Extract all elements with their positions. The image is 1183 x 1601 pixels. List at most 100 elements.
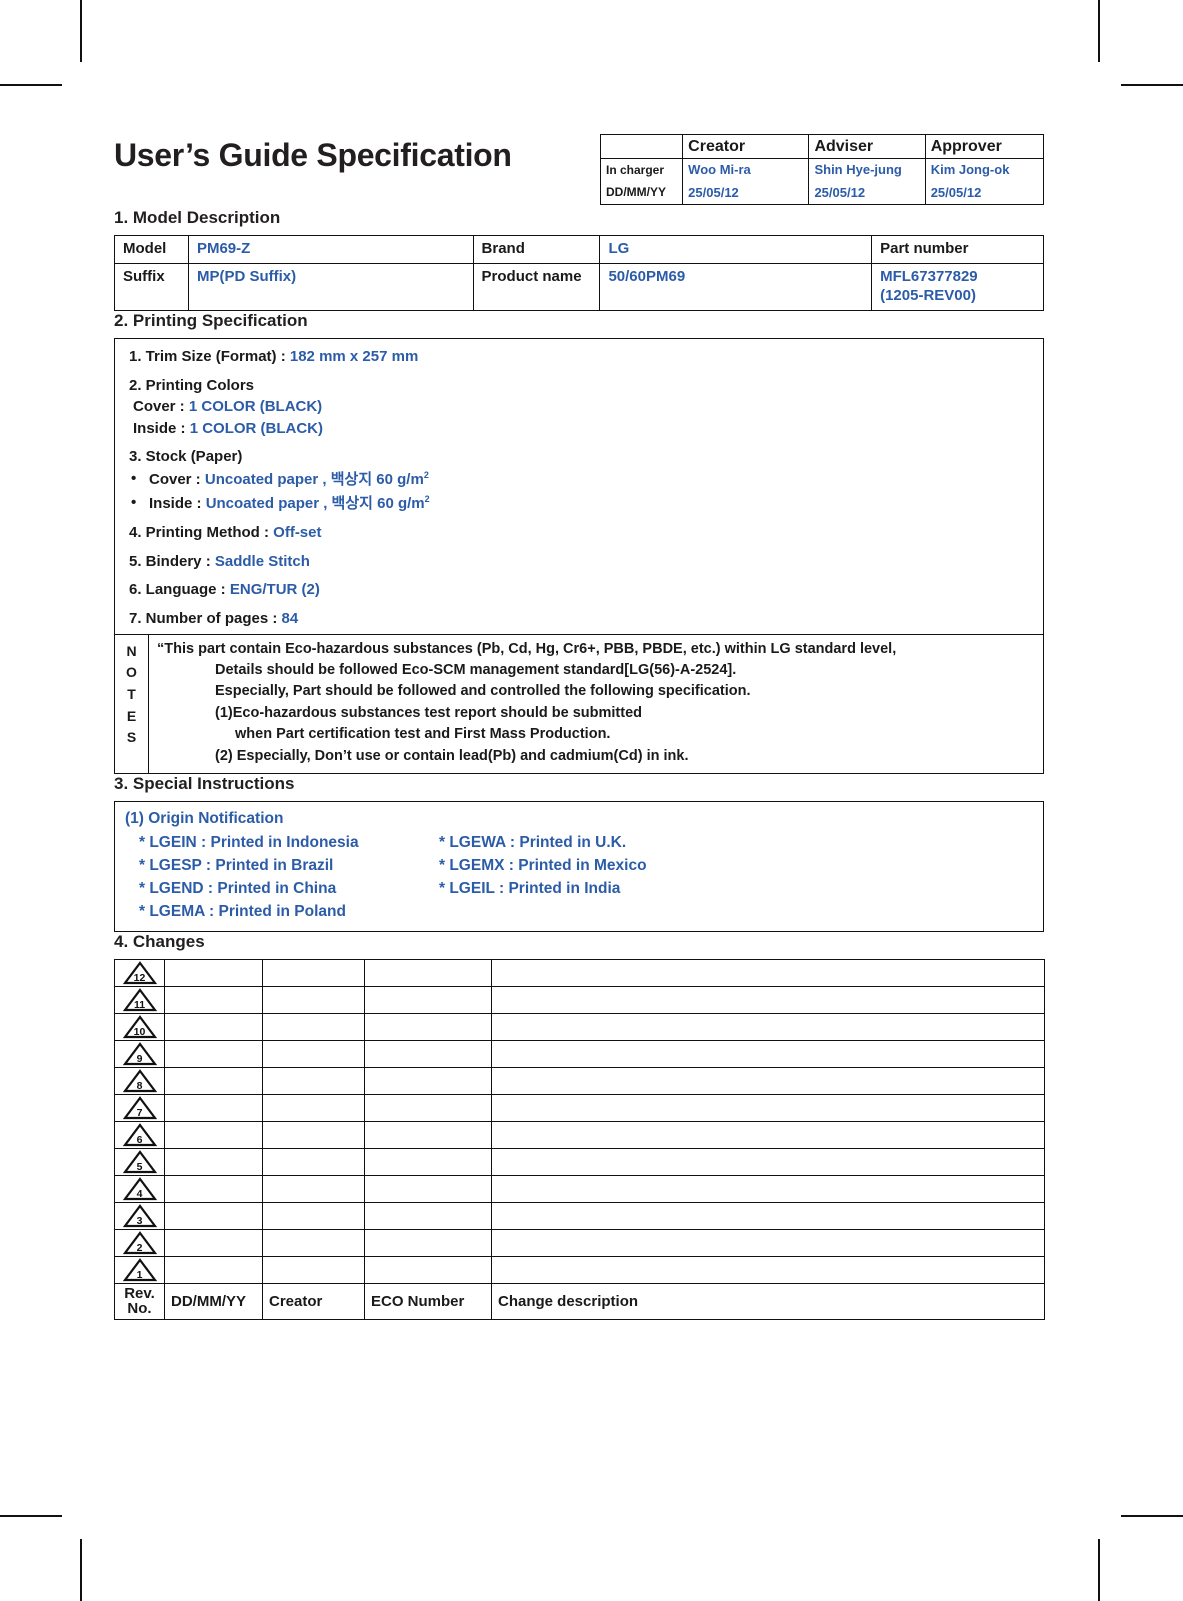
spec-stock-cover: Cover : Uncoated paper , 백상지 60 g/m2 xyxy=(115,469,1043,490)
warning-triangle-icon: 7 xyxy=(122,1095,157,1120)
changes-cell-description[interactable] xyxy=(491,985,1045,1014)
changes-cell-date[interactable] xyxy=(164,1066,263,1095)
changes-cell-date[interactable] xyxy=(164,1255,263,1284)
changes-cell-description[interactable] xyxy=(491,1228,1045,1257)
changes-cell-description[interactable] xyxy=(491,1120,1045,1149)
changes-cell-description[interactable] xyxy=(491,958,1045,987)
changes-cell-creator[interactable] xyxy=(262,1066,365,1095)
changes-cell-description[interactable] xyxy=(491,1255,1045,1284)
changes-cell-description[interactable] xyxy=(491,1201,1045,1230)
revision-marker-cell: 10 xyxy=(114,1012,165,1041)
changes-header-date: DD/MM/YY xyxy=(164,1282,263,1321)
changes-header-eco-number: ECO Number xyxy=(364,1282,492,1321)
changes-cell-creator[interactable] xyxy=(262,1012,365,1041)
section-heading-special-instructions: 3. Special Instructions xyxy=(114,774,295,794)
revision-number: 5 xyxy=(136,1161,143,1174)
signature-approver-name: Kim Jong-ok xyxy=(924,158,1045,182)
changes-cell-eco[interactable] xyxy=(364,1066,492,1095)
changes-cell-date[interactable] xyxy=(164,1147,263,1176)
notes-line: “This part contain Eco-hazardous substan… xyxy=(157,640,897,657)
changes-cell-date[interactable] xyxy=(164,985,263,1014)
spec-color-inside-label: Inside : xyxy=(133,419,190,437)
changes-table: 12 11 10 9 8 7 6 5 4 3 2 1 Rev. No. DD/MM/YY Creato… xyxy=(114,958,1045,1321)
changes-cell-description[interactable] xyxy=(491,1039,1045,1068)
revision-marker-cell: 6 xyxy=(114,1120,165,1149)
revision-marker-cell: 8 xyxy=(114,1066,165,1095)
changes-cell-date[interactable] xyxy=(164,1201,263,1230)
changes-cell-date[interactable] xyxy=(164,1012,263,1041)
spec-language-value: ENG/TUR (2) xyxy=(229,581,320,598)
changes-cell-creator[interactable] xyxy=(262,1039,365,1068)
spec-bindery: 5. Bindery : Saddle Stitch xyxy=(115,552,1043,572)
notes-label-e: E xyxy=(126,707,137,724)
spec-stock-cover-label: Cover : xyxy=(149,470,205,488)
table-row: Creator Adviser Approver xyxy=(599,134,1045,159)
signature-label-date: DD/MM/YY xyxy=(599,181,684,205)
changes-row: 11 xyxy=(114,985,1045,1014)
part-number-revision: (1205-REV00) xyxy=(880,286,976,304)
changes-header-change-description: Change description xyxy=(491,1282,1045,1321)
changes-row: 5 xyxy=(114,1147,1045,1176)
changes-cell-eco[interactable] xyxy=(364,1174,492,1203)
origin-row: * LGEND : Printed in China * LGEIL : Pri… xyxy=(115,878,1043,901)
spec-printing-method-label: 4. Printing Method : xyxy=(129,524,274,541)
signature-header-approver: Approver xyxy=(924,134,1045,159)
changes-cell-date[interactable] xyxy=(164,1228,263,1257)
label-product-name: Product name xyxy=(472,263,601,311)
changes-cell-eco[interactable] xyxy=(364,1255,492,1284)
changes-cell-creator[interactable] xyxy=(262,1228,365,1257)
changes-cell-creator[interactable] xyxy=(262,1174,365,1203)
table-row: Model PM69-Z Brand LG Part number xyxy=(114,235,1044,264)
changes-cell-date[interactable] xyxy=(164,1093,263,1122)
changes-cell-description[interactable] xyxy=(491,1012,1045,1041)
spec-printing-colors-label: 2. Printing Colors xyxy=(129,376,255,394)
changes-cell-creator[interactable] xyxy=(262,1255,365,1284)
changes-cell-creator[interactable] xyxy=(262,1201,365,1230)
changes-cell-eco[interactable] xyxy=(364,1012,492,1041)
origin-entry-right: * LGEMX : Printed in Mexico xyxy=(439,856,647,874)
changes-cell-date[interactable] xyxy=(164,958,263,987)
section-heading-model-description: 1. Model Description xyxy=(114,208,281,227)
changes-cell-description[interactable] xyxy=(491,1093,1045,1122)
changes-cell-date[interactable] xyxy=(164,1039,263,1068)
changes-cell-creator[interactable] xyxy=(262,1093,365,1122)
printing-specification-box: 1. Trim Size (Format) : 182 mm x 257 mm … xyxy=(114,338,1044,635)
changes-cell-date[interactable] xyxy=(164,1120,263,1149)
changes-cell-eco[interactable] xyxy=(364,1093,492,1122)
changes-header-row: Rev. No. DD/MM/YY Creator ECO Number Cha… xyxy=(114,1282,1045,1321)
changes-cell-creator[interactable] xyxy=(262,1147,365,1176)
signature-adviser-date: 25/05/12 xyxy=(808,181,926,205)
notes-label-s: S xyxy=(126,729,137,746)
changes-cell-creator[interactable] xyxy=(262,958,365,987)
changes-cell-date[interactable] xyxy=(164,1174,263,1203)
origin-notification-heading: (1) Origin Notification xyxy=(125,810,284,828)
changes-cell-eco[interactable] xyxy=(364,1147,492,1176)
changes-cell-creator[interactable] xyxy=(262,985,365,1014)
changes-cell-eco[interactable] xyxy=(364,1201,492,1230)
signature-approver-date: 25/05/12 xyxy=(924,181,1045,205)
crop-mark-top-right-vertical xyxy=(1098,0,1100,62)
crop-mark-top-left-horizontal xyxy=(0,84,62,86)
origin-row: * LGESP : Printed in Brazil * LGEMX : Pr… xyxy=(115,855,1043,878)
changes-cell-eco[interactable] xyxy=(364,1120,492,1149)
value-model: PM69-Z xyxy=(187,235,474,264)
changes-cell-eco[interactable] xyxy=(364,1039,492,1068)
document-page: User’s Guide Specification Creator Advis… xyxy=(114,130,1045,1321)
changes-cell-eco[interactable] xyxy=(364,985,492,1014)
changes-cell-description[interactable] xyxy=(491,1174,1045,1203)
special-instructions-box: (1) Origin Notification * LGEIN : Printe… xyxy=(114,801,1044,932)
changes-cell-eco[interactable] xyxy=(364,958,492,987)
warning-triangle-icon: 6 xyxy=(122,1122,157,1147)
revision-number: 10 xyxy=(133,1026,146,1039)
crop-mark-bottom-right-vertical xyxy=(1098,1539,1100,1601)
signature-label-in-charger: In charger xyxy=(599,158,684,182)
changes-cell-description[interactable] xyxy=(491,1066,1045,1095)
changes-cell-creator[interactable] xyxy=(262,1120,365,1149)
table-row: DD/MM/YY 25/05/12 25/05/12 25/05/12 xyxy=(599,181,1045,205)
crop-mark-bottom-left-vertical xyxy=(80,1539,82,1601)
changes-cell-description[interactable] xyxy=(491,1147,1045,1176)
changes-header-rev-line1: Rev. xyxy=(124,1284,155,1302)
changes-cell-eco[interactable] xyxy=(364,1228,492,1257)
spec-bindery-value: Saddle Stitch xyxy=(214,552,310,570)
header-row: User’s Guide Specification Creator Advis… xyxy=(114,130,1045,208)
